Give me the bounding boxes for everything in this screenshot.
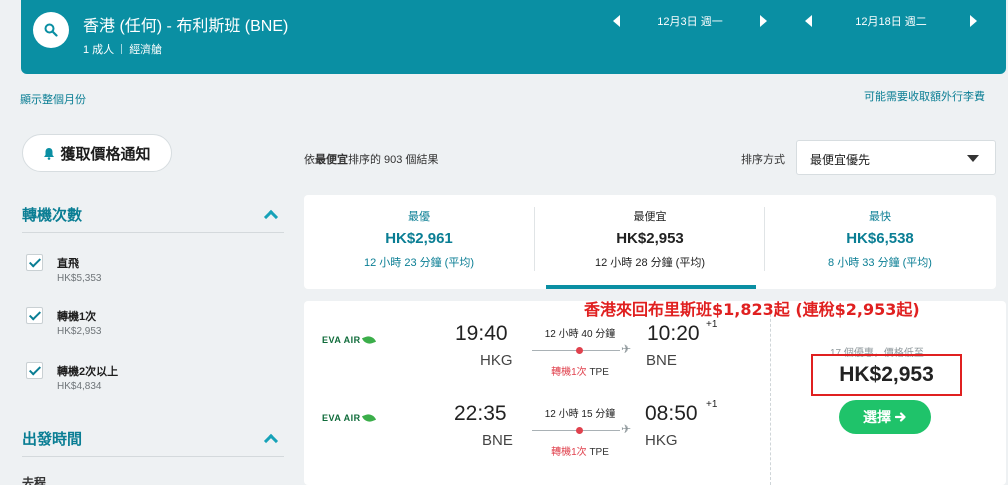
result-price: HK$2,953	[811, 354, 962, 396]
stop-dot	[576, 427, 583, 434]
inbound-stops: 轉機1次 TPE	[551, 447, 609, 458]
show-whole-month-link[interactable]: 顯示整個月份	[20, 91, 86, 107]
outbound-duration: 12 小時 40 分鐘	[544, 329, 616, 340]
tab-duration: 12 小時 23 分鐘 (平均)	[363, 257, 475, 269]
sort-label: 排序方式	[741, 154, 785, 166]
inbound-arrive-time: 08:50	[645, 402, 698, 425]
checkbox[interactable]	[26, 307, 43, 324]
divider	[22, 232, 284, 233]
eva-leaf-icon	[361, 412, 376, 424]
sort-select-value: 最便宜優先	[810, 153, 871, 167]
checkbox[interactable]	[26, 254, 43, 271]
search-button[interactable]	[33, 12, 69, 48]
outbound-arrive-code: BNE	[646, 352, 677, 369]
stop-filter-price: HK$4,834	[57, 381, 102, 392]
airline-logo: EVA AIR	[322, 412, 376, 424]
tab-price: HK$2,953	[616, 230, 684, 247]
arrow-right-icon	[895, 412, 906, 422]
outbound-depart-code: HKG	[480, 352, 513, 369]
price-alert-button[interactable]: 獲取價格通知	[22, 134, 172, 172]
outbound-depart-time: 19:40	[455, 322, 508, 345]
tab-label: 最優	[408, 211, 430, 223]
tab-duration: 12 小時 28 分鐘 (平均)	[594, 257, 706, 269]
depart-date-nav: 12月3日 週一	[613, 12, 767, 30]
active-tab-indicator	[546, 285, 756, 289]
tab-label: 最便宜	[633, 211, 667, 223]
promo-annotation: 香港來回布里斯班$1,823起 (連稅$2,953起)	[584, 300, 920, 319]
departure-time-filter-title[interactable]: 出發時間	[22, 428, 82, 449]
plane-icon: ✈	[621, 422, 632, 436]
route-title: 香港 (任何) - 布利斯班 (BNE)	[83, 18, 289, 35]
passenger-count: 1 成人	[83, 44, 115, 56]
depart-prev-icon[interactable]	[613, 15, 620, 27]
inbound-day-offset: +1	[706, 399, 718, 410]
chevron-up-icon[interactable]	[263, 209, 279, 225]
sort-select[interactable]: 最便宜優先	[796, 140, 996, 175]
select-button[interactable]: 選擇	[839, 400, 931, 434]
tab-cheapest[interactable]: 最便宜 HK$2,953 12 小時 28 分鐘 (平均)	[535, 195, 765, 289]
tab-best[interactable]: 最優 HK$2,961 12 小時 23 分鐘 (平均)	[304, 195, 534, 289]
return-date-nav: 12月18日 週二	[805, 12, 977, 30]
inbound-arrive-code: HKG	[645, 432, 678, 449]
return-date[interactable]: 12月18日 週二	[812, 13, 970, 29]
stops-filter-title[interactable]: 轉機次數	[22, 204, 82, 225]
inbound-duration: 12 小時 15 分鐘	[544, 409, 616, 420]
select-button-label: 選擇	[863, 409, 891, 425]
inbound-depart-code: BNE	[482, 432, 513, 449]
stop-filter-price: HK$5,353	[57, 273, 102, 284]
stop-dot	[576, 347, 583, 354]
return-next-icon[interactable]	[970, 15, 977, 27]
tab-price: HK$6,538	[846, 230, 914, 247]
return-prev-icon[interactable]	[805, 15, 812, 27]
divider	[770, 309, 771, 485]
tab-fastest[interactable]: 最快 HK$6,538 8 小時 33 分鐘 (平均)	[765, 195, 995, 289]
search-summary-bar[interactable]: 香港 (任何) - 布利斯班 (BNE) 1 成人 經濟艙 12月3日 週一 12…	[21, 0, 1006, 74]
bell-icon	[44, 147, 55, 160]
inbound-depart-time: 22:35	[454, 402, 507, 425]
stop-filter-label: 轉機1次	[57, 311, 97, 323]
stop-filter-label: 直飛	[57, 258, 79, 270]
flight-result-card[interactable]: EVA AIR 19:40 HKG 12 小時 40 分鐘 ✈ 轉機1次 TPE…	[304, 301, 1006, 485]
departure-outbound-label: 去程	[22, 476, 47, 485]
tab-label: 最快	[869, 211, 891, 223]
sort-summary-tabs: 最優 HK$2,961 12 小時 23 分鐘 (平均) 最便宜 HK$2,95…	[304, 195, 996, 289]
outbound-stops: 轉機1次 TPE	[551, 367, 609, 378]
outbound-day-offset: +1	[706, 319, 718, 330]
caret-down-icon	[967, 155, 979, 162]
price-alert-label: 獲取價格通知	[60, 145, 151, 163]
depart-next-icon[interactable]	[760, 15, 767, 27]
tab-duration: 8 小時 33 分鐘 (平均)	[828, 257, 932, 269]
cabin-class: 經濟艙	[129, 44, 163, 56]
baggage-fees-link[interactable]: 可能需要收取額外行李費	[864, 88, 985, 104]
outbound-arrive-time: 10:20	[647, 322, 700, 345]
results-count: 依最便宜排序的 903 個結果	[304, 154, 439, 166]
plane-icon: ✈	[621, 342, 632, 356]
passenger-cabin-info: 1 成人 經濟艙	[83, 41, 162, 57]
eva-leaf-icon	[361, 334, 376, 346]
tab-price: HK$2,961	[385, 230, 453, 247]
checkbox[interactable]	[26, 362, 43, 379]
depart-date[interactable]: 12月3日 週一	[620, 13, 760, 29]
chevron-up-icon[interactable]	[263, 433, 279, 449]
stop-filter-label: 轉機2次以上	[57, 366, 119, 378]
divider	[22, 456, 284, 457]
stop-filter-price: HK$2,953	[57, 326, 102, 337]
airline-logo: EVA AIR	[322, 334, 376, 346]
search-icon	[44, 23, 58, 37]
